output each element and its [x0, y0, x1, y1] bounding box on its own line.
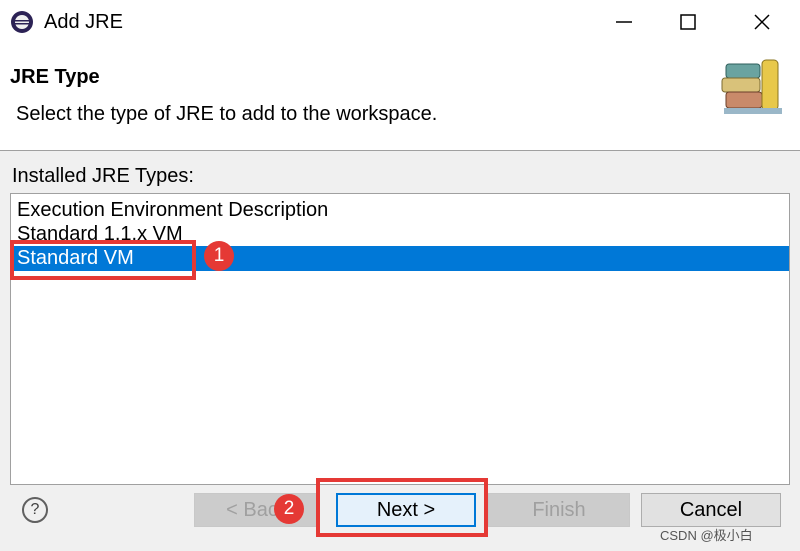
annotation-box-2 [316, 478, 488, 537]
maximize-button[interactable] [668, 6, 708, 38]
finish-button[interactable]: Finish [488, 493, 630, 527]
page-title: JRE Type [10, 66, 100, 88]
page-description: Select the type of JRE to add to the wor… [16, 103, 438, 125]
window-title: Add JRE [44, 11, 123, 33]
library-books-icon [720, 56, 790, 118]
annotation-box-1 [10, 240, 196, 280]
jre-type-list[interactable]: Execution Environment Description Standa… [10, 193, 790, 485]
watermark: CSDN @极小白 [660, 528, 753, 543]
eclipse-icon [10, 10, 34, 34]
help-icon[interactable]: ? [22, 497, 48, 523]
minimize-button[interactable] [604, 6, 644, 38]
title-bar: Add JRE [0, 0, 800, 46]
annotation-badge-2: 2 [274, 494, 304, 524]
list-item-execution-environment[interactable]: Execution Environment Description [11, 198, 789, 223]
close-button[interactable] [742, 6, 782, 38]
annotation-badge-1: 1 [204, 241, 234, 271]
cancel-button[interactable]: Cancel [641, 493, 781, 527]
wizard-header: JRE Type Select the type of JRE to add t… [0, 46, 800, 151]
installed-jre-types-label: Installed JRE Types: [12, 165, 194, 187]
